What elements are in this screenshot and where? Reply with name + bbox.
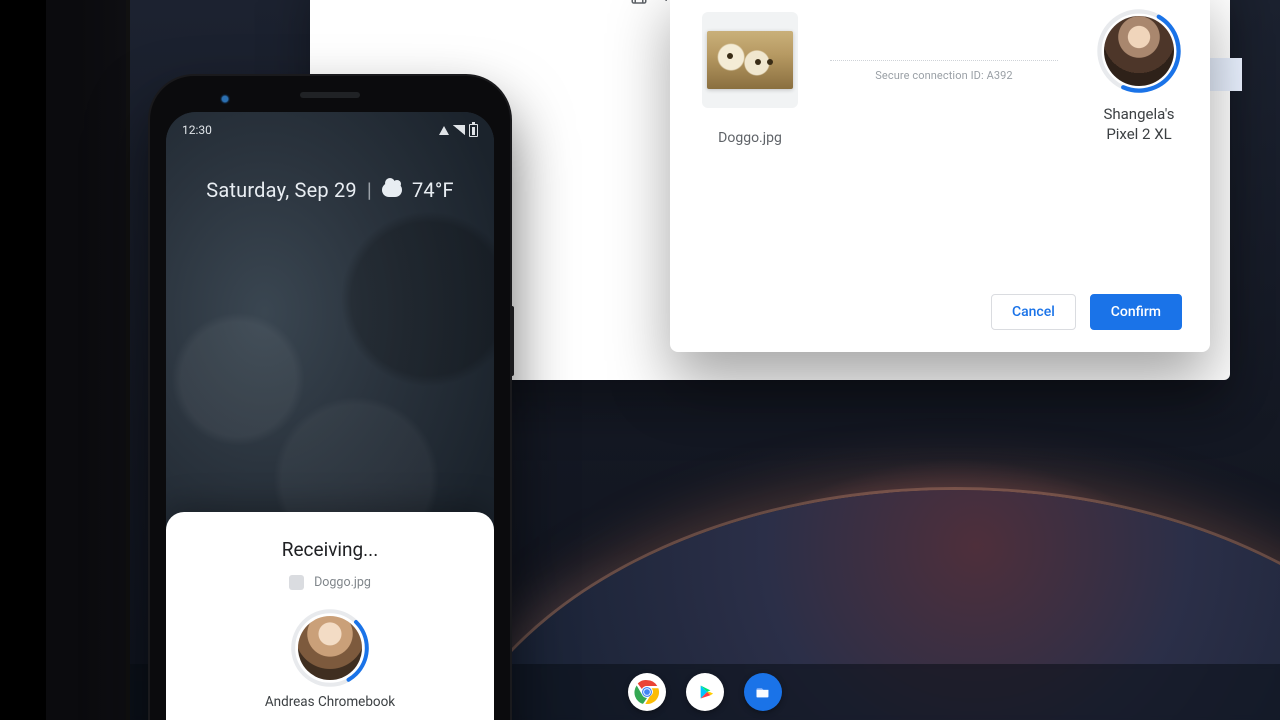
lockscreen-date: Saturday, Sep 29: [206, 178, 357, 202]
dotted-line: [830, 60, 1058, 61]
phone-front-camera: [220, 94, 230, 104]
chrome-app-icon[interactable]: [628, 673, 666, 711]
outer-device-edge: [30, 0, 130, 720]
confirm-button[interactable]: Confirm: [1090, 294, 1182, 330]
signal-icon: [453, 125, 465, 135]
connection-indicator: Secure connection ID: A392: [830, 60, 1058, 82]
video-icon: [630, 0, 648, 6]
sender-avatar[interactable]: [294, 612, 366, 684]
phone-status-bar: 12:30: [166, 120, 494, 140]
phone-earpiece: [275, 86, 385, 104]
sheet-file-name: Doggo.jpg: [314, 575, 371, 590]
nearby-share-dialog: Doggo.jpg Secure connection ID: A392: [670, 0, 1210, 352]
avatar-image: [298, 616, 362, 680]
status-clock: 12:30: [182, 123, 212, 137]
sheet-file-row: Doggo.jpg: [186, 575, 474, 590]
avatar-image: [1104, 16, 1174, 86]
sender-device-name: Andreas Chromebook: [265, 694, 395, 710]
wifi-icon: [439, 126, 449, 135]
nearby-share-sheet: Receiving... Doggo.jpg Andreas Chromeboo…: [166, 512, 494, 720]
pixel-phone-mockup: 12:30 Saturday, Sep 29 | 74°F Receiving.…: [150, 76, 510, 720]
thumbnail-image: [707, 31, 793, 89]
target-avatar[interactable]: [1100, 12, 1178, 90]
files-app-icon[interactable]: [744, 673, 782, 711]
phone-screen: 12:30 Saturday, Sep 29 | 74°F Receiving.…: [166, 112, 494, 720]
lockscreen-datetime: Saturday, Sep 29 | 74°F: [166, 178, 494, 202]
weather-cloud-icon: [382, 183, 402, 197]
share-target-column: Shangela's Pixel 2 XL: [1100, 12, 1178, 145]
dialog-actions: Cancel Confirm: [991, 294, 1182, 330]
play-store-app-icon[interactable]: [686, 673, 724, 711]
file-thumbnail[interactable]: [702, 12, 798, 108]
lockscreen-temp: 74°F: [412, 178, 454, 202]
cancel-button[interactable]: Cancel: [991, 294, 1076, 330]
battery-icon: [469, 124, 478, 137]
share-file-column: Doggo.jpg: [702, 12, 798, 146]
sheet-title: Receiving...: [186, 538, 474, 561]
file-name-label: Doggo.jpg: [718, 130, 782, 146]
file-chip-icon: [289, 575, 304, 590]
connection-id-text: Secure connection ID: A392: [830, 69, 1058, 82]
target-device-name: Shangela's Pixel 2 XL: [1103, 104, 1174, 145]
